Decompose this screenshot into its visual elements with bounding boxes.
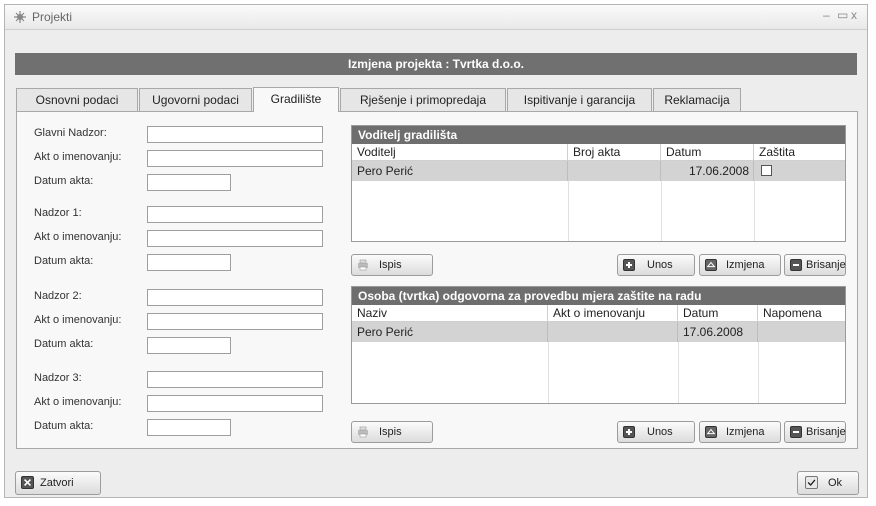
nadzor-1-input[interactable]: [147, 206, 323, 223]
ispis-button[interactable]: Ispis: [351, 254, 433, 276]
odgovorna-osoba-grid: Osoba (tvrtka) odgovorna za provedbu mje…: [351, 286, 846, 404]
napomena-cell: [758, 322, 845, 342]
zatvori-button[interactable]: Zatvori: [15, 471, 101, 495]
unos-button[interactable]: Unos: [617, 421, 695, 443]
column-header[interactable]: Broj akta: [568, 144, 661, 161]
grid-title: Voditelj gradilišta: [352, 126, 845, 144]
nadzor-3-input[interactable]: [147, 371, 323, 388]
voditelj-cell: Pero Perić: [352, 161, 568, 181]
checkmark-icon: [805, 476, 818, 489]
akt-cell: [548, 322, 678, 342]
brisanje-label: Brisanje: [806, 259, 846, 271]
akt-input-3[interactable]: [147, 313, 323, 330]
datum-label-4: Datum akta:: [34, 420, 94, 432]
datum-input-1[interactable]: [147, 174, 231, 191]
datum-label-2: Datum akta:: [34, 255, 94, 267]
izmjena-button[interactable]: Izmjena: [699, 421, 781, 443]
datum-cell: 17.06.2008: [661, 161, 754, 181]
akt-label-1: Akt o imenovanju:: [34, 151, 122, 163]
nadzor-3-label: Nadzor 3:: [34, 372, 82, 384]
datum-cell: 17.06.2008: [678, 322, 758, 342]
brisanje-button[interactable]: Brisanje: [784, 421, 846, 443]
izmjena-label: Izmjena: [726, 259, 765, 271]
unos-label: Unos: [647, 259, 673, 271]
tab-osnovni-podaci[interactable]: Osnovni podaci: [16, 88, 138, 111]
akt-label-4: Akt o imenovanju:: [34, 396, 122, 408]
close-button[interactable]: x: [851, 8, 857, 22]
table-row[interactable]: Pero Perić 17.06.2008: [352, 161, 845, 181]
izmjena-button[interactable]: Izmjena: [699, 254, 781, 276]
datum-input-3[interactable]: [147, 337, 231, 354]
grid-title: Osoba (tvrtka) odgovorna za provedbu mje…: [352, 287, 845, 305]
datum-label-1: Datum akta:: [34, 175, 94, 187]
nadzor-2-input[interactable]: [147, 289, 323, 306]
printer-icon: [358, 259, 368, 271]
minus-icon: [790, 259, 802, 271]
nadzor-1-label: Nadzor 1:: [34, 207, 82, 219]
plus-icon: [623, 259, 635, 271]
tab-gradiliste[interactable]: Gradilište: [253, 87, 339, 112]
edit-icon: [705, 426, 717, 438]
projekti-window: Projekti – ▭ x Izmjena projekta : Tvrtka…: [4, 4, 868, 498]
zastita-checkbox[interactable]: [761, 165, 772, 176]
unos-label: Unos: [647, 426, 673, 438]
tab-ugovorni-podaci[interactable]: Ugovorni podaci: [139, 88, 252, 111]
column-header[interactable]: Voditelj: [352, 144, 568, 161]
column-header[interactable]: Datum: [678, 305, 758, 322]
glavni-nadzor-label: Glavni Nadzor:: [34, 127, 107, 139]
akt-label-2: Akt o imenovanju:: [34, 231, 122, 243]
akt-input-2[interactable]: [147, 230, 323, 247]
akt-input-1[interactable]: [147, 150, 323, 167]
glavni-nadzor-input[interactable]: [147, 126, 323, 143]
ispis-button[interactable]: Ispis: [351, 421, 433, 443]
nadzor-2-label: Nadzor 2:: [34, 290, 82, 302]
minus-icon: [790, 426, 802, 438]
datum-input-2[interactable]: [147, 254, 231, 271]
edit-icon: [705, 259, 717, 271]
window-title: Projekti: [32, 10, 73, 24]
broj-akta-cell: [568, 161, 661, 181]
brisanje-label: Brisanje: [806, 426, 846, 438]
akt-label-3: Akt o imenovanju:: [34, 314, 122, 326]
printer-icon: [358, 426, 368, 438]
column-header[interactable]: Akt o imenovanju: [548, 305, 678, 322]
column-header[interactable]: Naziv: [352, 305, 548, 322]
naziv-cell: Pero Perić: [352, 322, 548, 342]
column-header[interactable]: Zaštita: [754, 144, 845, 161]
title-bar: Projekti – ▭ x: [5, 5, 867, 30]
voditelj-gradilista-grid: Voditelj gradilišta Voditelj Broj akta D…: [351, 125, 846, 242]
brisanje-button[interactable]: Brisanje: [784, 254, 846, 276]
zatvori-label: Zatvori: [40, 477, 74, 489]
ok-button[interactable]: Ok: [797, 471, 859, 495]
gradiliste-panel: Glavni Nadzor: Akt o imenovanju: Datum a…: [16, 111, 858, 449]
column-header[interactable]: Datum: [661, 144, 754, 161]
page-title: Izmjena projekta : Tvrtka d.o.o.: [15, 53, 857, 75]
maximize-button[interactable]: ▭: [837, 8, 848, 22]
unos-button[interactable]: Unos: [617, 254, 695, 276]
app-icon: [14, 11, 26, 23]
ispis-label: Ispis: [379, 426, 402, 438]
close-icon: [21, 476, 34, 489]
table-row[interactable]: Pero Perić 17.06.2008: [352, 322, 845, 342]
plus-icon: [623, 426, 635, 438]
datum-input-4[interactable]: [147, 419, 231, 436]
minimize-button[interactable]: –: [823, 8, 830, 22]
column-header[interactable]: Napomena: [758, 305, 845, 322]
ispis-label: Ispis: [379, 259, 402, 271]
tab-ispitivanje-i-garancija[interactable]: Ispitivanje i garancija: [507, 88, 652, 111]
datum-label-3: Datum akta:: [34, 338, 94, 350]
ok-label: Ok: [828, 477, 843, 489]
izmjena-label: Izmjena: [726, 426, 765, 438]
akt-input-4[interactable]: [147, 395, 323, 412]
tab-reklamacija[interactable]: Reklamacija: [653, 88, 741, 111]
tab-rjesenje-i-primopredaja[interactable]: Rješenje i primopredaja: [340, 88, 506, 111]
